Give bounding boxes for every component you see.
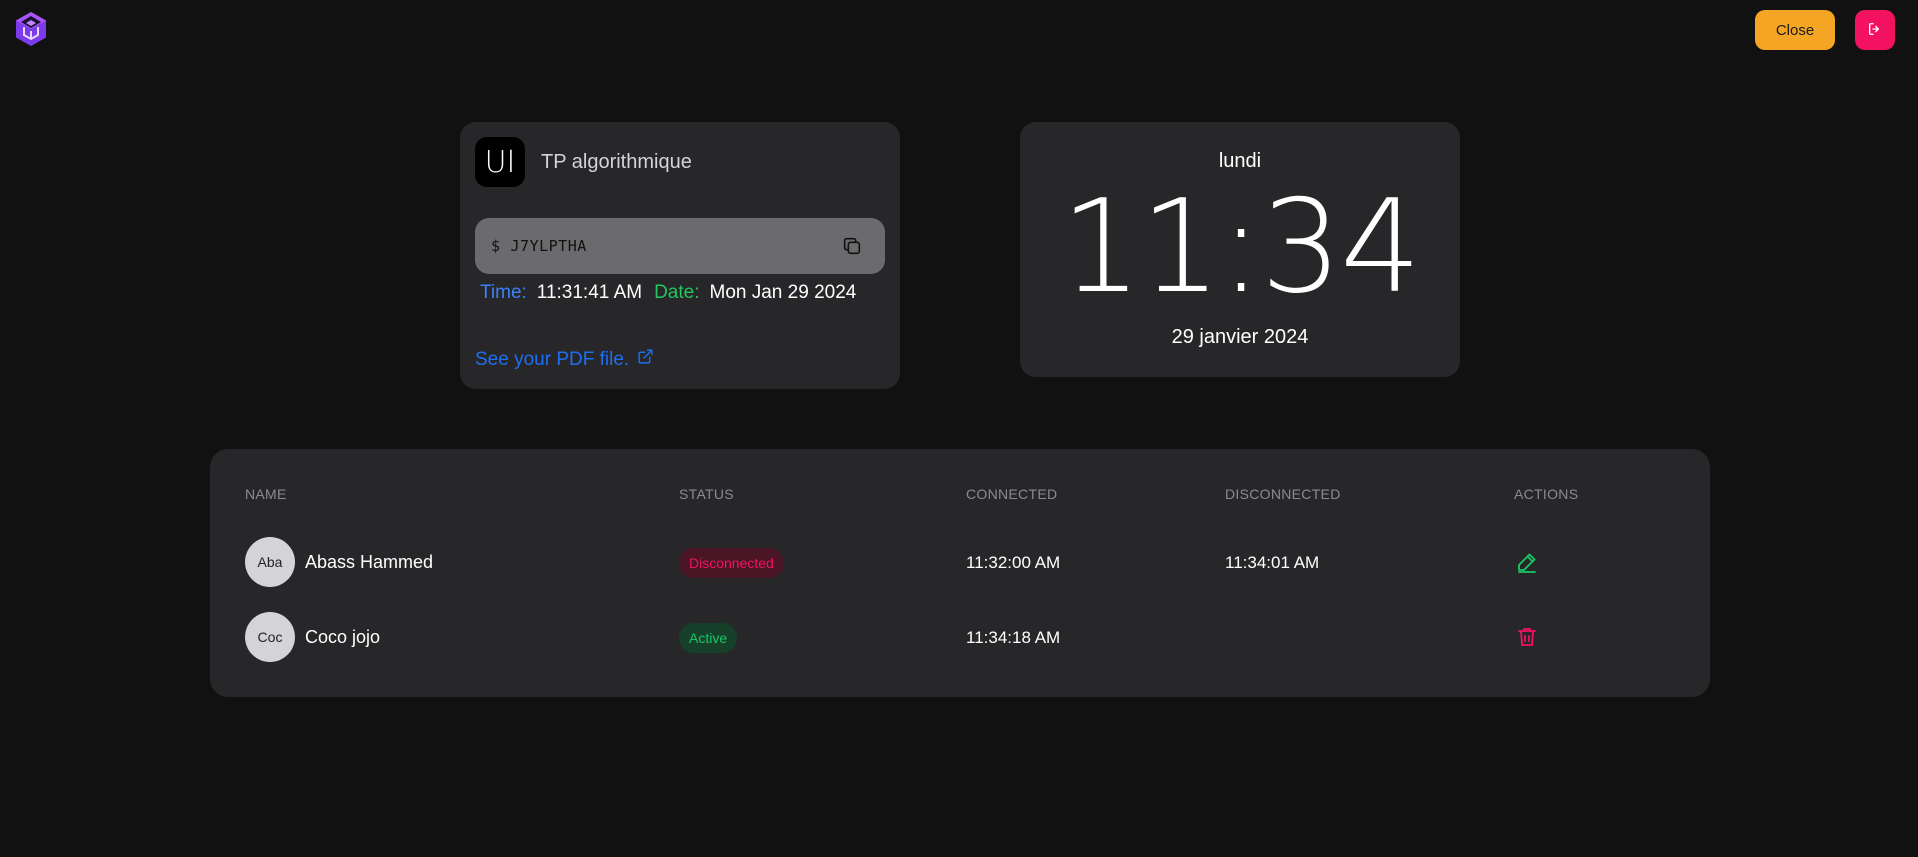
date-label: Date:: [654, 282, 700, 303]
disconnected-time: 11:34:01 AM: [1225, 553, 1320, 572]
session-header: UI TP algorithmique: [475, 137, 692, 187]
user-name: Coco jojo: [305, 627, 381, 647]
cube-logo-icon[interactable]: [12, 10, 50, 48]
session-avatar: UI: [475, 137, 525, 187]
column-header-disconnected: DISCONNECTED: [1225, 486, 1341, 502]
session-title: TP algorithmique: [541, 150, 692, 173]
trash-icon[interactable]: [1515, 625, 1539, 649]
code-prefix: $: [491, 237, 501, 255]
column-header-actions: ACTIONS: [1514, 486, 1579, 502]
connected-time: 11:32:00 AM: [966, 553, 1061, 572]
external-link-icon: [637, 348, 654, 371]
clock-day: lundi: [1218, 150, 1262, 172]
column-header-connected: CONNECTED: [966, 486, 1058, 502]
close-button[interactable]: Close: [1755, 10, 1835, 50]
date-value: Mon Jan 29 2024: [709, 282, 857, 303]
connected-time: 11:34:18 AM: [966, 628, 1061, 647]
session-meta: Time: 11:31:41 AM Date: Mon Jan 29 2024: [480, 282, 856, 304]
logout-icon: [1867, 21, 1883, 40]
pdf-link[interactable]: See your PDF file.: [475, 348, 654, 371]
status-badge: Active: [679, 623, 738, 653]
column-header-name: NAME: [245, 486, 287, 502]
clock-date: 29 janvier 2024: [1171, 326, 1309, 348]
session-code-box: $ J7YLPTHA: [475, 218, 885, 274]
avatar: Coc: [245, 612, 295, 662]
user-name: Abass Hammed: [305, 552, 434, 572]
time-value: 11:31:41 AM: [536, 282, 643, 303]
page: Close UI TP algorithmique $ J7YLPTHA Tim…: [0, 0, 1918, 857]
avatar: Aba: [245, 537, 295, 587]
session-code[interactable]: J7YLPTHA: [511, 237, 587, 255]
status-badge: Disconnected: [679, 548, 784, 578]
participants-table: NAME STATUS CONNECTED DISCONNECTED ACTIO…: [210, 449, 1710, 697]
copy-icon[interactable]: [841, 235, 863, 257]
column-header-status: STATUS: [679, 486, 734, 502]
time-label: Time:: [480, 282, 527, 303]
logout-button[interactable]: [1855, 10, 1895, 50]
table-row: Aba Abass Hammed Disconnected 11:32:00 A…: [210, 537, 1710, 589]
clock-time: 11:34: [1060, 173, 1422, 322]
session-card: UI TP algorithmique $ J7YLPTHA Time: 11:…: [460, 122, 900, 389]
clock-card: lundi 11:34 29 janvier 2024: [1020, 122, 1460, 377]
edit-icon[interactable]: [1515, 550, 1539, 574]
table-row: Coc Coco jojo Active 11:34:18 AM: [210, 612, 1710, 664]
pdf-link-text: See your PDF file.: [475, 348, 630, 370]
